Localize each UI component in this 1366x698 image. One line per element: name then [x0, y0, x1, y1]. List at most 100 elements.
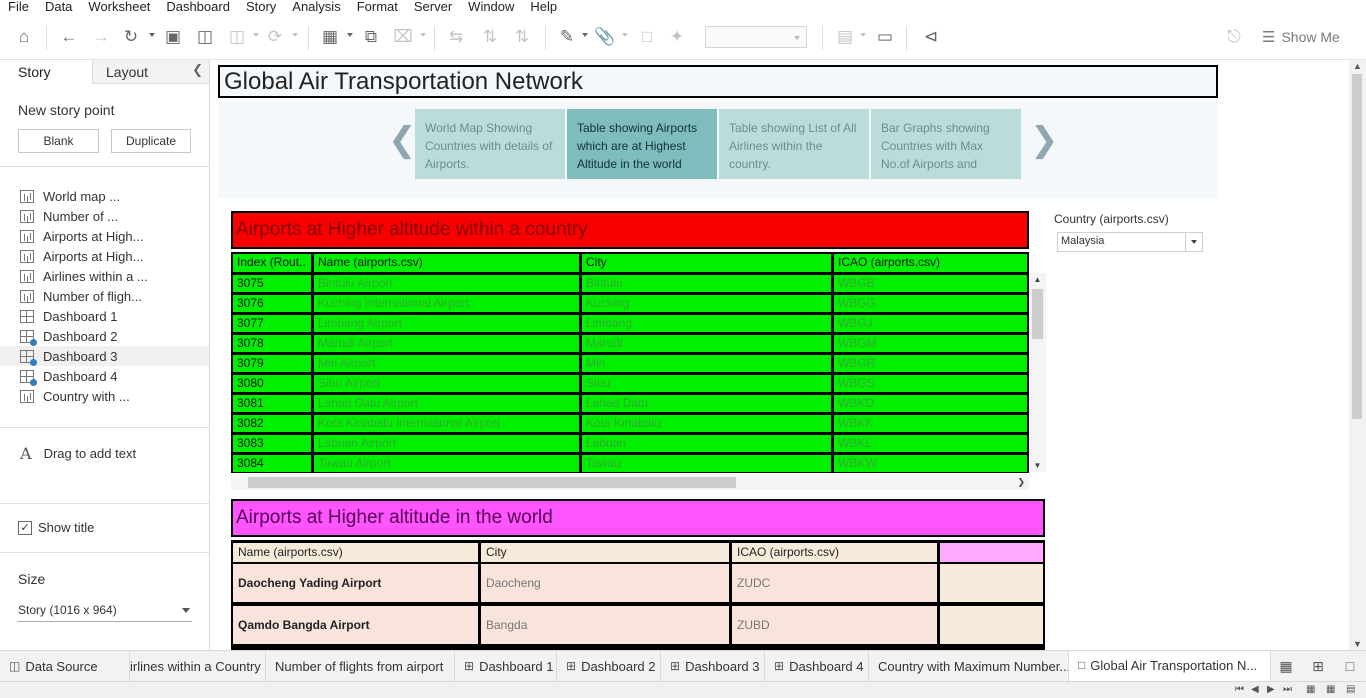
- tab-story[interactable]: Story: [0, 60, 92, 84]
- story-point[interactable]: Table showing List of All Airlines withi…: [719, 109, 869, 179]
- group-icon[interactable]: 📎: [594, 26, 616, 48]
- view-cards-dropdown[interactable]: [860, 33, 866, 37]
- sheet-item[interactable]: Dashboard 2: [0, 326, 209, 346]
- menu-format[interactable]: Format: [349, 0, 406, 14]
- sheet-item[interactable]: Dashboard 4: [0, 366, 209, 386]
- format-painter-icon[interactable]: ⎋: [1223, 26, 1245, 48]
- sort-ascending-icon[interactable]: ⇅: [479, 26, 501, 48]
- replay-icon[interactable]: ↻: [120, 26, 142, 48]
- menu-data[interactable]: Data: [37, 0, 80, 14]
- new-dashboard-icon[interactable]: ⊞: [1310, 658, 1326, 674]
- highlight-dropdown[interactable]: [582, 33, 588, 37]
- share-icon[interactable]: ⊲: [920, 26, 942, 48]
- save-icon[interactable]: ▣: [162, 26, 184, 48]
- story-point[interactable]: World Map Showing Countries with details…: [415, 109, 565, 179]
- sheet-item[interactable]: Number of fligh...: [0, 286, 209, 306]
- scrollbar-thumb[interactable]: [1032, 289, 1043, 339]
- story-point[interactable]: Bar Graphs showing Countries with Max No…: [871, 109, 1021, 179]
- replay-dropdown[interactable]: [149, 33, 155, 37]
- clear-sheet-icon[interactable]: ⌧: [392, 26, 414, 48]
- sheet-item[interactable]: Number of ...: [0, 206, 209, 226]
- sort-descending-icon[interactable]: ⇅: [511, 26, 533, 48]
- sheet-item[interactable]: World map ...: [0, 186, 209, 206]
- new-worksheet-icon[interactable]: ▦: [1278, 658, 1294, 674]
- tab-dashboard-3[interactable]: ⊞ Dashboard 3: [661, 651, 765, 681]
- show-title-checkbox[interactable]: ✓ Show title: [18, 520, 94, 535]
- menu-worksheet[interactable]: Worksheet: [80, 0, 158, 14]
- last-sheet-icon[interactable]: ⏭: [1283, 684, 1292, 695]
- scroll-down-icon[interactable]: ▼: [1349, 638, 1366, 650]
- tab-sheet[interactable]: irlines within a Country: [130, 651, 266, 681]
- group-dropdown[interactable]: [622, 33, 628, 37]
- tab-view-icon[interactable]: ▤: [1346, 684, 1355, 695]
- clear-dropdown[interactable]: [420, 33, 426, 37]
- table2-header-cell[interactable]: City: [481, 543, 729, 562]
- prev-sheet-icon[interactable]: ◀: [1251, 684, 1259, 695]
- sheet-item[interactable]: Airlines within a ...: [0, 266, 209, 286]
- menu-window[interactable]: Window: [460, 0, 522, 14]
- table1-header-cell[interactable]: ICAO (airports.csv): [834, 254, 1027, 272]
- pin-icon[interactable]: ✦: [666, 26, 688, 48]
- table1-vertical-scrollbar[interactable]: ▲ ▼: [1029, 273, 1046, 472]
- new-data-source-icon[interactable]: ◫: [194, 26, 216, 48]
- menu-analysis[interactable]: Analysis: [284, 0, 348, 14]
- scrollbar-thumb[interactable]: [1352, 74, 1362, 419]
- next-sheet-icon[interactable]: ▶: [1267, 684, 1275, 695]
- scroll-down-icon[interactable]: ▼: [1029, 461, 1046, 470]
- tab-story-active[interactable]: □ Global Air Transportation N...: [1069, 651, 1271, 681]
- label-icon[interactable]: □: [636, 26, 658, 48]
- presentation-icon[interactable]: ▭: [874, 26, 896, 48]
- redo-icon[interactable]: →: [90, 26, 112, 48]
- prev-story-point-icon[interactable]: ❮: [388, 120, 417, 160]
- menu-dashboard[interactable]: Dashboard: [158, 0, 238, 14]
- fit-dropdown[interactable]: [705, 26, 807, 48]
- home-icon[interactable]: ⌂: [13, 26, 35, 48]
- sheet-item[interactable]: Airports at High...: [0, 226, 209, 246]
- sheet-item[interactable]: Airports at High...: [0, 246, 209, 266]
- country-filter-select[interactable]: Malaysia: [1057, 232, 1203, 252]
- scrollbar-thumb[interactable]: [248, 477, 736, 488]
- canvas-vertical-scrollbar[interactable]: ▲ ▼: [1349, 60, 1366, 650]
- tab-dashboard-1[interactable]: ⊞ Dashboard 1: [455, 651, 557, 681]
- sheet-item[interactable]: Dashboard 1: [0, 306, 209, 326]
- tab-layout[interactable]: Layout ❮: [92, 60, 209, 84]
- tab-data-source[interactable]: ◫ Data Source: [0, 651, 130, 681]
- tab-dashboard-2[interactable]: ⊞ Dashboard 2: [557, 651, 661, 681]
- duplicate-sheet-icon[interactable]: ⧉: [360, 26, 382, 48]
- drag-to-add-text[interactable]: A Drag to add text: [20, 444, 136, 463]
- tab-sheet[interactable]: Country with Maximum Number...: [869, 651, 1069, 681]
- menu-help[interactable]: Help: [522, 0, 565, 14]
- menu-server[interactable]: Server: [406, 0, 460, 14]
- menu-file[interactable]: File: [0, 0, 37, 14]
- menu-story[interactable]: Story: [238, 0, 284, 14]
- grid-view-icon[interactable]: ▦: [1326, 684, 1335, 695]
- table1-header-cell[interactable]: Index (Rout..: [233, 254, 311, 272]
- first-sheet-icon[interactable]: ⏮: [1235, 684, 1244, 695]
- scroll-up-icon[interactable]: ▲: [1349, 60, 1366, 72]
- new-story-icon[interactable]: □: [1342, 658, 1358, 674]
- swap-icon[interactable]: ⇆: [445, 26, 467, 48]
- next-story-point-icon[interactable]: ❯: [1030, 120, 1059, 160]
- blank-button[interactable]: Blank: [18, 129, 99, 153]
- table2-header-cell[interactable]: [940, 543, 1043, 562]
- tab-sheet[interactable]: Number of flights from airport: [266, 651, 455, 681]
- pause-dropdown[interactable]: [253, 33, 259, 37]
- tab-dashboard-4[interactable]: ⊞ Dashboard 4: [765, 651, 869, 681]
- highlight-icon[interactable]: ✎: [556, 26, 578, 48]
- scroll-right-icon[interactable]: ❯: [1017, 474, 1025, 490]
- table1-horizontal-scrollbar[interactable]: ❯: [231, 474, 1029, 490]
- table2-header-cell[interactable]: ICAO (airports.csv): [732, 543, 937, 562]
- sheet-item[interactable]: Dashboard 3: [0, 346, 209, 366]
- refresh-dropdown[interactable]: [292, 33, 298, 37]
- new-worksheet-dropdown[interactable]: [347, 33, 353, 37]
- scroll-up-icon[interactable]: ▲: [1029, 275, 1046, 284]
- table1-header-cell[interactable]: Name (airports.csv): [314, 254, 579, 272]
- table2-header-cell[interactable]: Name (airports.csv): [233, 543, 478, 562]
- size-select[interactable]: Story (1016 x 964): [18, 600, 192, 622]
- duplicate-button[interactable]: Duplicate: [111, 129, 191, 153]
- undo-icon[interactable]: ←: [58, 26, 80, 48]
- table1-header-cell[interactable]: City: [582, 254, 831, 272]
- sheet-item[interactable]: Country with ...: [0, 386, 209, 406]
- view-cards-icon[interactable]: ▤: [834, 26, 856, 48]
- refresh-icon[interactable]: ⟳: [264, 26, 286, 48]
